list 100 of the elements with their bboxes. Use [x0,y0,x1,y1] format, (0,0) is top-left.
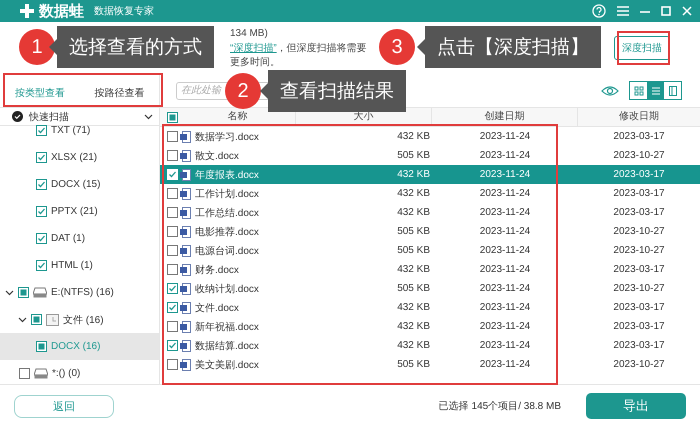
checkbox[interactable] [167,226,178,237]
file-name: 财务.docx [195,264,239,276]
tree-item[interactable]: E:(NTFS) (16) [0,279,159,306]
document-icon [180,226,191,238]
checkbox[interactable] [167,264,178,275]
tree-item-label: 文件 (16) [63,314,104,326]
file-row[interactable]: 文件.docx 432 KB 2023-11-24 2023-03-17 [160,298,700,317]
modified-date: 2023-03-17 [612,264,666,275]
checkbox[interactable] [167,302,178,313]
checkbox[interactable] [167,150,178,161]
checkbox[interactable] [167,283,178,294]
checkbox[interactable] [167,340,178,351]
chevron-down-icon[interactable] [144,114,153,120]
step-number-badge: 1 [19,29,55,65]
file-row[interactable]: 电源台词.docx 505 KB 2023-11-24 2023-10-27 [160,241,700,260]
step-number-badge: 2 [225,73,261,109]
document-icon [180,340,191,352]
eye-icon[interactable] [601,84,619,96]
file-row[interactable]: 年度报表.docx 432 KB 2023-11-24 2023-03-17 [160,165,700,184]
tree-item[interactable]: *:() (0) [0,360,159,384]
checkbox[interactable] [31,314,42,325]
created-date: 2023-11-24 [478,188,532,199]
tree-item[interactable]: PPTX (21) [0,198,159,225]
file-name: 工作计划.docx [195,188,259,200]
created-date: 2023-11-24 [478,321,532,332]
modified-date: 2023-10-27 [612,226,666,237]
checkbox[interactable] [36,233,47,244]
tree-item[interactable]: DAT (1) [0,225,159,252]
checkbox[interactable] [36,206,47,217]
checkbox[interactable] [167,245,178,256]
document-icon [180,282,191,294]
document-icon [180,320,191,332]
step-number-badge: 3 [379,29,415,65]
chevron-down-icon[interactable] [18,315,27,324]
export-button[interactable]: 导出 [586,393,686,419]
menu-icon[interactable] [617,6,629,16]
checkbox[interactable] [167,131,178,142]
checkbox[interactable] [36,179,47,190]
checkbox[interactable] [167,112,178,122]
tree-item-label: TXT (71) [51,125,90,136]
checkbox[interactable] [36,260,47,271]
document-icon [180,168,191,180]
file-name: 新年祝福.docx [195,320,259,334]
file-row[interactable]: 美文美剧.docx 505 KB 2023-11-24 2023-10-27 [160,355,700,374]
file-row[interactable]: 数据学习.docx 432 KB 2023-11-24 2023-03-17 [160,127,700,146]
modified-date: 2023-03-17 [612,207,666,218]
checkbox[interactable] [167,321,178,332]
created-date: 2023-11-24 [478,245,532,256]
file-row[interactable]: 数据结算.docx 432 KB 2023-11-24 2023-03-17 [160,336,700,355]
document-icon [180,244,191,256]
back-button[interactable]: 返回 [14,394,114,418]
document-icon [180,150,191,162]
detail-view-icon [668,86,678,96]
tree-item[interactable]: HTML (1) [0,252,159,279]
checkbox[interactable] [36,341,47,352]
document-icon [180,188,191,200]
checkbox[interactable] [167,188,178,199]
file-name: 文件.docx [195,302,239,314]
tree-item-label: PPTX (21) [51,206,98,217]
checkbox[interactable] [167,207,178,218]
file-row[interactable]: 收纳计划.docx 505 KB 2023-11-24 2023-10-27 [160,279,700,298]
document-icon [180,206,191,218]
column-header[interactable]: 创建日期 [432,108,578,126]
view-tab[interactable]: 按路径查看 [94,84,144,102]
tree-item-label: HTML (1) [51,260,93,271]
modified-date: 2023-03-17 [612,302,666,313]
file-row[interactable]: 财务.docx 432 KB 2023-11-24 2023-03-17 [160,260,700,279]
close-icon[interactable] [682,6,692,16]
file-row[interactable]: 电影推荐.docx 505 KB 2023-11-24 2023-10-27 [160,222,700,241]
checkbox[interactable] [167,359,178,370]
logo-icon [19,3,35,19]
file-name: 美文美剧.docx [195,358,259,372]
checkbox[interactable] [36,152,47,163]
modified-date: 2023-03-17 [612,188,666,199]
drive-icon [33,287,47,298]
column-header[interactable]: 修改日期 [578,108,700,126]
chevron-down-icon[interactable] [5,288,14,297]
modified-date: 2023-03-17 [612,321,666,332]
created-date: 2023-11-24 [478,359,532,370]
deep-scan-button[interactable]: 深度扫描 [614,36,670,60]
file-row[interactable]: 工作总结.docx 432 KB 2023-11-24 2023-03-17 [160,203,700,222]
file-size: 505 KB [396,359,431,370]
tree-item[interactable]: XLSX (21) [0,144,159,171]
callout-tooltip: 选择查看的方式 [49,26,214,68]
checkbox[interactable] [36,125,47,136]
file-row[interactable]: 散文.docx 505 KB 2023-11-24 2023-10-27 [160,146,700,165]
checkbox[interactable] [18,287,29,298]
tree-item[interactable]: DOCX (15) [0,171,159,198]
checkbox[interactable] [19,368,30,379]
scan-hint-link[interactable]: “深度扫描” [230,42,277,54]
view-mode-button[interactable] [647,82,664,99]
file-row[interactable]: 工作计划.docx 432 KB 2023-11-24 2023-03-17 [160,184,700,203]
maximize-icon[interactable] [661,6,671,16]
file-size: 432 KB [396,131,431,142]
view-tab[interactable]: 按类型查看 [14,84,65,102]
modified-date: 2023-03-17 [612,131,666,142]
tree-item[interactable]: 文件 (16) [0,306,159,333]
file-row[interactable]: 新年祝福.docx 432 KB 2023-11-24 2023-03-17 [160,317,700,336]
help-icon[interactable] [592,4,606,18]
created-date: 2023-11-24 [478,302,532,313]
